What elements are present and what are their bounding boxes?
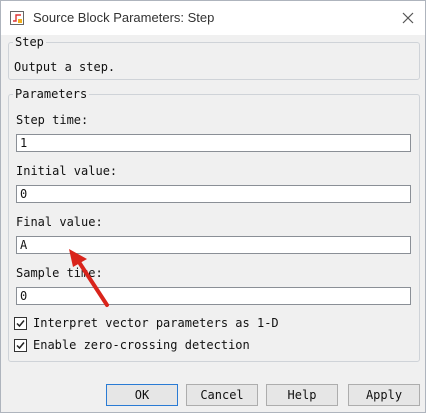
- initial-value-label: Initial value:: [16, 164, 118, 178]
- block-description-legend: Step: [13, 35, 46, 49]
- interpret-vector-label: Interpret vector parameters as 1-D: [33, 316, 279, 330]
- checkmark-icon: [16, 320, 25, 328]
- block-description-text: Output a step.: [14, 60, 116, 74]
- simulink-block-icon: [10, 11, 24, 25]
- cancel-button[interactable]: Cancel: [186, 384, 258, 406]
- parameters-legend: Parameters: [13, 87, 90, 101]
- zero-crossing-label: Enable zero-crossing detection: [33, 338, 250, 352]
- initial-value-input[interactable]: 0: [16, 185, 411, 203]
- step-time-input[interactable]: 1: [16, 134, 411, 152]
- title-bar: Source Block Parameters: Step: [1, 1, 425, 35]
- final-value-label: Final value:: [16, 215, 103, 229]
- interpret-vector-checkbox[interactable]: [14, 317, 27, 330]
- ok-button[interactable]: OK: [106, 384, 178, 406]
- help-button[interactable]: Help: [266, 384, 338, 406]
- step-time-label: Step time:: [16, 113, 89, 127]
- annotation-arrow-icon: [69, 249, 109, 307]
- close-icon[interactable]: [397, 7, 419, 29]
- zero-crossing-checkbox[interactable]: [14, 339, 27, 352]
- window-title: Source Block Parameters: Step: [33, 10, 215, 25]
- apply-button[interactable]: Apply: [348, 384, 420, 406]
- checkmark-icon: [16, 342, 25, 350]
- block-parameters-dialog: Source Block Parameters: Step Step Outpu…: [0, 0, 426, 413]
